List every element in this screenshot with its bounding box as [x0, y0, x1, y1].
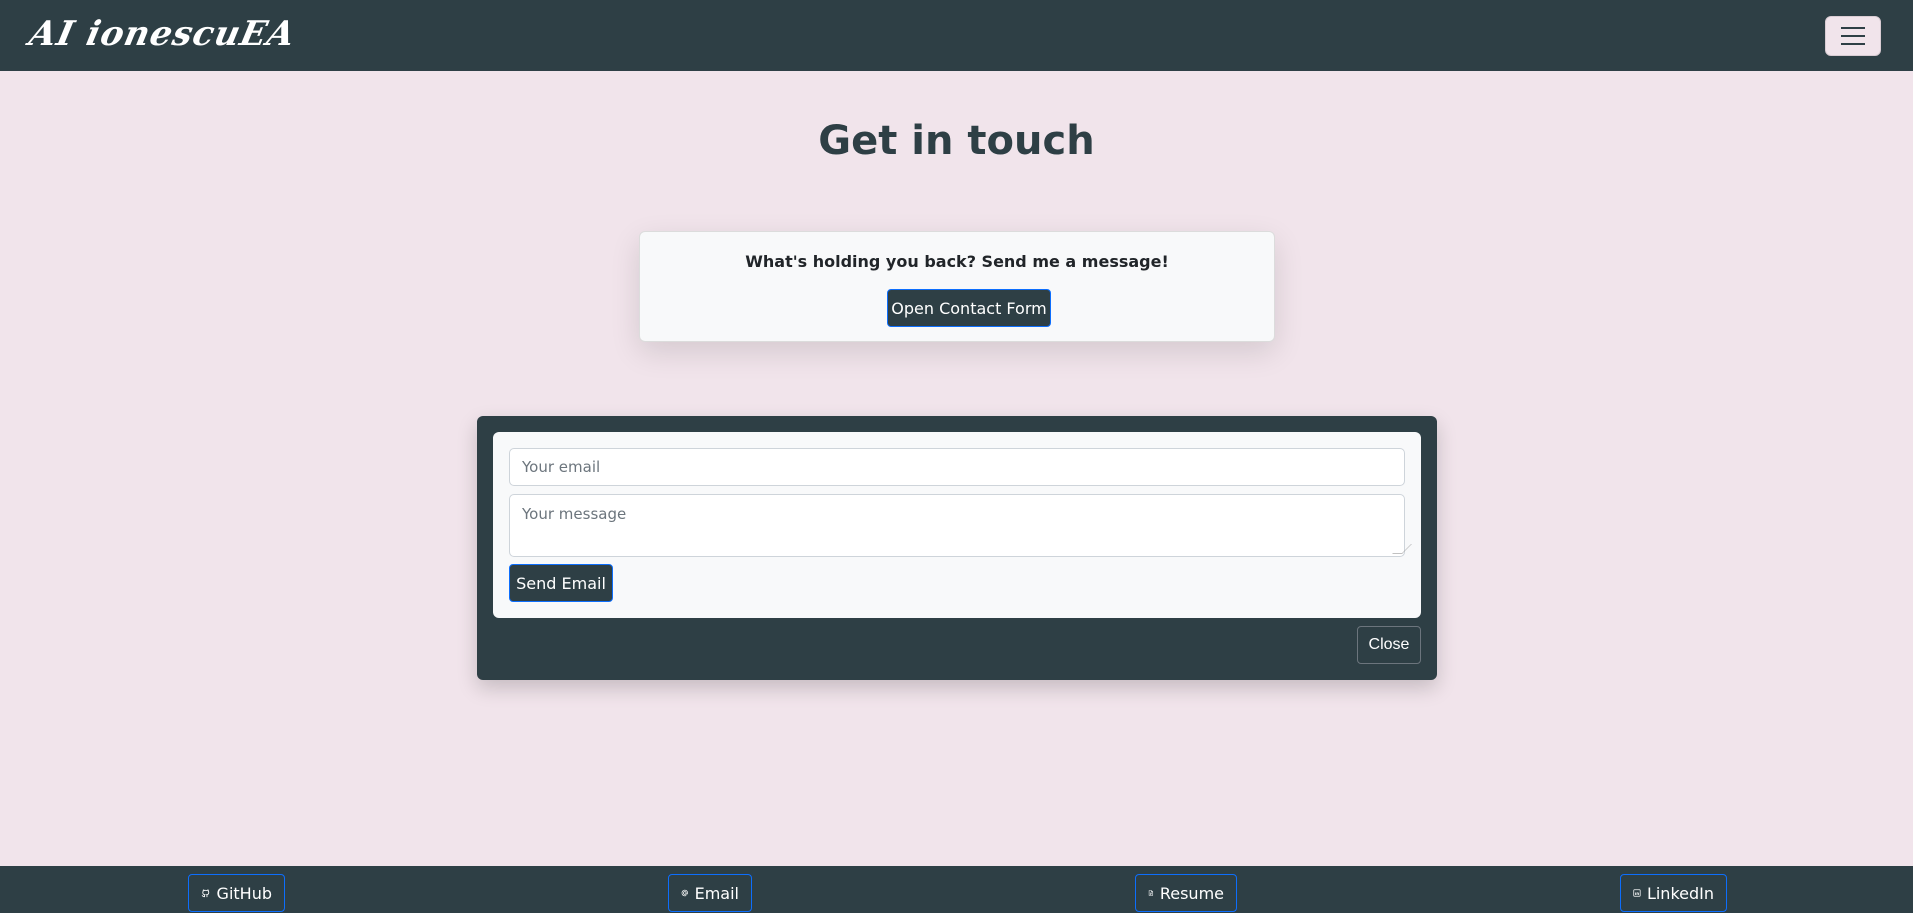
email-field-placeholder: Your email — [522, 458, 601, 476]
contact-form-modal: Your email Your message Send Email Close — [477, 416, 1437, 680]
hamburger-icon-line — [1841, 43, 1865, 45]
send-email-button[interactable]: Send Email — [509, 564, 613, 602]
footer: GitHub Email Resume LinkedIn — [0, 866, 1913, 913]
footer-link-label: LinkedIn — [1646, 883, 1714, 903]
hamburger-icon-line — [1841, 35, 1865, 37]
document-icon — [1148, 890, 1154, 896]
close-button[interactable]: Close — [1357, 626, 1421, 664]
hamburger-icon — [1841, 27, 1865, 29]
github-icon — [201, 889, 210, 898]
footer-link-resume[interactable]: Resume — [1135, 874, 1237, 912]
cta-card: What's holding you back? Send me a messa… — [639, 231, 1275, 342]
at-icon — [681, 889, 689, 897]
email-field[interactable]: Your email — [509, 448, 1405, 486]
open-contact-form-button[interactable]: Open Contact Form — [887, 289, 1051, 327]
contact-form: Your email Your message Send Email — [493, 432, 1421, 618]
cta-text: What's holding you back? Send me a messa… — [745, 252, 1169, 271]
footer-link-label: GitHub — [216, 883, 272, 903]
navbar: AI ionescuEA — [0, 0, 1913, 71]
footer-link-email[interactable]: Email — [668, 874, 752, 912]
footer-link-linkedin[interactable]: LinkedIn — [1620, 874, 1727, 912]
linkedin-icon — [1633, 889, 1641, 897]
page-title: Get in touch — [818, 118, 1095, 164]
footer-link-label: Resume — [1159, 883, 1224, 903]
footer-link-github[interactable]: GitHub — [188, 874, 285, 912]
brand-logo[interactable]: AI ionescuEA — [26, 14, 299, 54]
footer-link-label: Email — [694, 883, 739, 903]
message-field-placeholder: Your message — [522, 505, 627, 523]
message-field[interactable]: Your message — [509, 494, 1412, 557]
resize-handle[interactable] — [1392, 544, 1412, 554]
menu-toggle-button[interactable] — [1825, 16, 1881, 56]
